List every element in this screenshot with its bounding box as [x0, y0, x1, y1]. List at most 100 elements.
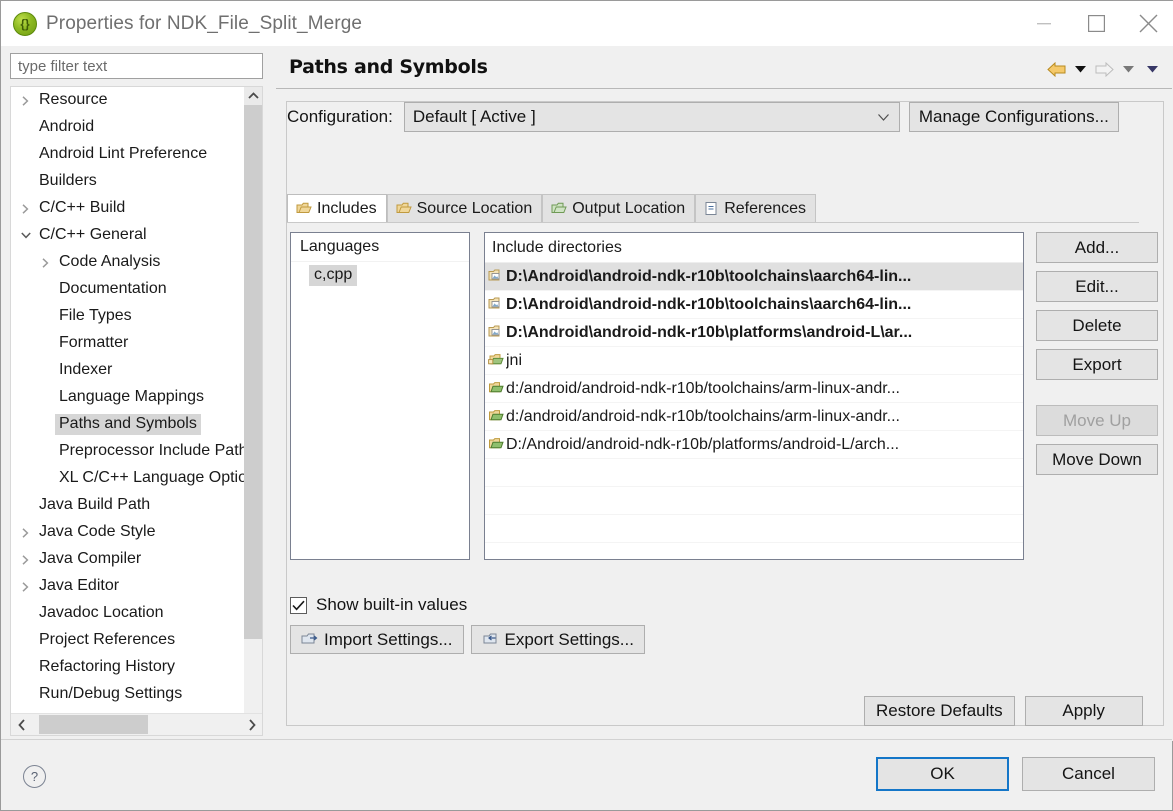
chevron-right-icon[interactable] [39, 256, 52, 269]
sidebar-item-documentation[interactable]: Documentation [11, 276, 245, 303]
sidebar-item-code-analysis[interactable]: Code Analysis [11, 249, 245, 276]
back-arrow-icon[interactable] [1044, 58, 1068, 80]
language-list-item[interactable]: c,cpp [291, 262, 469, 289]
include-directories-list[interactable]: Include directories D:\Android\android-n… [484, 232, 1024, 560]
sidebar-item-file-types[interactable]: File Types [11, 303, 245, 330]
sidebar-item-label: Builders [39, 172, 97, 189]
include-directory-row[interactable]: D:\Android\android-ndk-r10b\platforms\an… [485, 319, 1023, 347]
scroll-right-icon[interactable] [241, 714, 262, 735]
sidebar-item-android-lint-preference[interactable]: Android Lint Preference [11, 141, 245, 168]
include-directory-empty-row[interactable] [485, 515, 1023, 543]
restore-defaults-button[interactable]: Restore Defaults [864, 696, 1015, 726]
tab-output-location[interactable]: Output Location [542, 194, 696, 222]
move-up-button: Move Up [1036, 405, 1158, 436]
export-settings-button[interactable]: Export Settings... [470, 625, 645, 654]
sidebar-item-formatter[interactable]: Formatter [11, 330, 245, 357]
include-directory-path: D:\Android\android-ndk-r10b\toolchains\a… [506, 295, 912, 313]
content-area: Paths and Symbols Configuration: Default… [274, 46, 1173, 741]
sidebar-item-label: Paths and Symbols [55, 414, 201, 435]
back-dropdown-chevron-down-icon[interactable] [1068, 58, 1092, 80]
menu-chevron-down-icon[interactable] [1140, 58, 1164, 80]
include-directory-path: d:/android/android-ndk-r10b/toolchains/a… [506, 407, 900, 425]
include-directory-empty-row[interactable] [485, 487, 1023, 515]
chevron-right-icon[interactable] [19, 202, 32, 215]
languages-list[interactable]: Languages c,cpp [290, 232, 470, 560]
maximize-icon[interactable] [1070, 1, 1122, 46]
chevron-down-icon [877, 108, 889, 126]
tab-label: Source Location [416, 199, 533, 217]
include-directory-row[interactable]: jni [485, 347, 1023, 375]
include-folder-icon [488, 409, 504, 424]
sidebar-item-java-code-style[interactable]: Java Code Style [11, 519, 245, 546]
close-icon[interactable] [1122, 1, 1173, 46]
delete-button[interactable]: Delete [1036, 310, 1158, 341]
search-input-value: type filter text [18, 57, 108, 75]
include-directory-row[interactable]: d:/android/android-ndk-r10b/toolchains/a… [485, 403, 1023, 431]
include-directory-row[interactable]: D:\Android\android-ndk-r10b\toolchains\a… [485, 291, 1023, 319]
configuration-select[interactable]: Default [ Active ] [403, 102, 900, 132]
tree-horizontal-scrollbar[interactable] [11, 713, 262, 735]
sidebar-item-paths-and-symbols[interactable]: Paths and Symbols [11, 411, 245, 438]
sidebar-item-indexer[interactable]: Indexer [11, 357, 245, 384]
edit-button[interactable]: Edit... [1036, 271, 1158, 302]
tab-label: References [724, 199, 807, 217]
eclipse-icon [13, 11, 37, 36]
sidebar-item-refactoring-history[interactable]: Refactoring History [11, 654, 245, 681]
sidebar-item-javadoc-location[interactable]: Javadoc Location [11, 600, 245, 627]
include-directory-empty-row[interactable] [485, 543, 1023, 559]
forward-arrow-icon[interactable] [1092, 58, 1116, 80]
sidebar-item-c-c-general[interactable]: C/C++ General [11, 222, 245, 249]
scroll-left-icon[interactable] [11, 714, 32, 735]
settings-tree: Resource Android Android Lint Preference Bu… [10, 86, 263, 736]
forward-dropdown-chevron-down-icon[interactable] [1116, 58, 1140, 80]
include-directory-empty-row[interactable] [485, 459, 1023, 487]
chevron-right-icon[interactable] [19, 580, 32, 593]
minimize-icon[interactable] [1018, 1, 1070, 46]
sidebar-item-xl-c-c-language-options[interactable]: XL C/C++ Language Options [11, 465, 245, 492]
manage-configurations-button[interactable]: Manage Configurations... [908, 102, 1119, 132]
ok-button[interactable]: OK [876, 757, 1009, 791]
move-down-button[interactable]: Move Down [1036, 444, 1158, 475]
tree-hscroll-thumb[interactable] [39, 715, 148, 734]
builtin-include-folder-icon [488, 325, 504, 340]
configuration-value: Default [ Active ] [412, 107, 536, 126]
include-directory-row[interactable]: D:/Android/android-ndk-r10b/platforms/an… [485, 431, 1023, 459]
sidebar-item-java-editor[interactable]: Java Editor [11, 573, 245, 600]
page-navigation [1044, 58, 1164, 80]
chevron-right-icon[interactable] [19, 94, 32, 107]
include-directory-row[interactable]: d:/android/android-ndk-r10b/toolchains/a… [485, 375, 1023, 403]
apply-button[interactable]: Apply [1024, 696, 1143, 726]
add-button[interactable]: Add... [1036, 232, 1158, 263]
tree-vertical-scrollbar[interactable] [244, 87, 262, 735]
tree-scroll-thumb[interactable] [244, 105, 262, 639]
export-button[interactable]: Export [1036, 349, 1158, 380]
sidebar-item-label: Language Mappings [59, 388, 205, 405]
chevron-down-icon[interactable] [19, 229, 32, 242]
show-builtin-values-checkbox[interactable]: Show built-in values [290, 595, 467, 615]
sidebar-item-language-mappings[interactable]: Language Mappings [11, 384, 245, 411]
sidebar-item-java-build-path[interactable]: Java Build Path [11, 492, 245, 519]
sidebar-item-builders[interactable]: Builders [11, 168, 245, 195]
help-question-icon[interactable]: ? [23, 765, 46, 788]
sidebar-item-preprocessor-include-paths[interactable]: Preprocessor Include Paths [11, 438, 245, 465]
include-directory-row[interactable]: D:\Android\android-ndk-r10b\toolchains\a… [485, 263, 1023, 291]
configuration-label: Configuration: [287, 107, 393, 126]
search-input[interactable]: type filter text [10, 53, 263, 79]
scroll-up-icon[interactable] [244, 87, 262, 105]
cancel-button[interactable]: Cancel [1022, 757, 1155, 791]
sidebar-item-java-compiler[interactable]: Java Compiler [11, 546, 245, 573]
tab-includes[interactable]: Includes [287, 194, 387, 222]
sidebar-item-run-debug-settings[interactable]: Run/Debug Settings [11, 681, 245, 707]
output-folder-icon [551, 202, 567, 216]
sidebar-item-resource[interactable]: Resource [11, 87, 245, 114]
tab-references[interactable]: References [695, 194, 817, 222]
settings-tree-list: Resource Android Android Lint Preference Bu… [11, 87, 245, 707]
chevron-right-icon[interactable] [19, 526, 32, 539]
sidebar-item-project-references[interactable]: Project References [11, 627, 245, 654]
tab-source-location[interactable]: Source Location [386, 194, 543, 222]
sidebar-item-android[interactable]: Android [11, 114, 245, 141]
sidebar-item-label: Formatter [59, 334, 129, 351]
sidebar-item-c-c-build[interactable]: C/C++ Build [11, 195, 245, 222]
import-settings-button[interactable]: Import Settings... [290, 625, 464, 654]
chevron-right-icon[interactable] [19, 553, 32, 566]
